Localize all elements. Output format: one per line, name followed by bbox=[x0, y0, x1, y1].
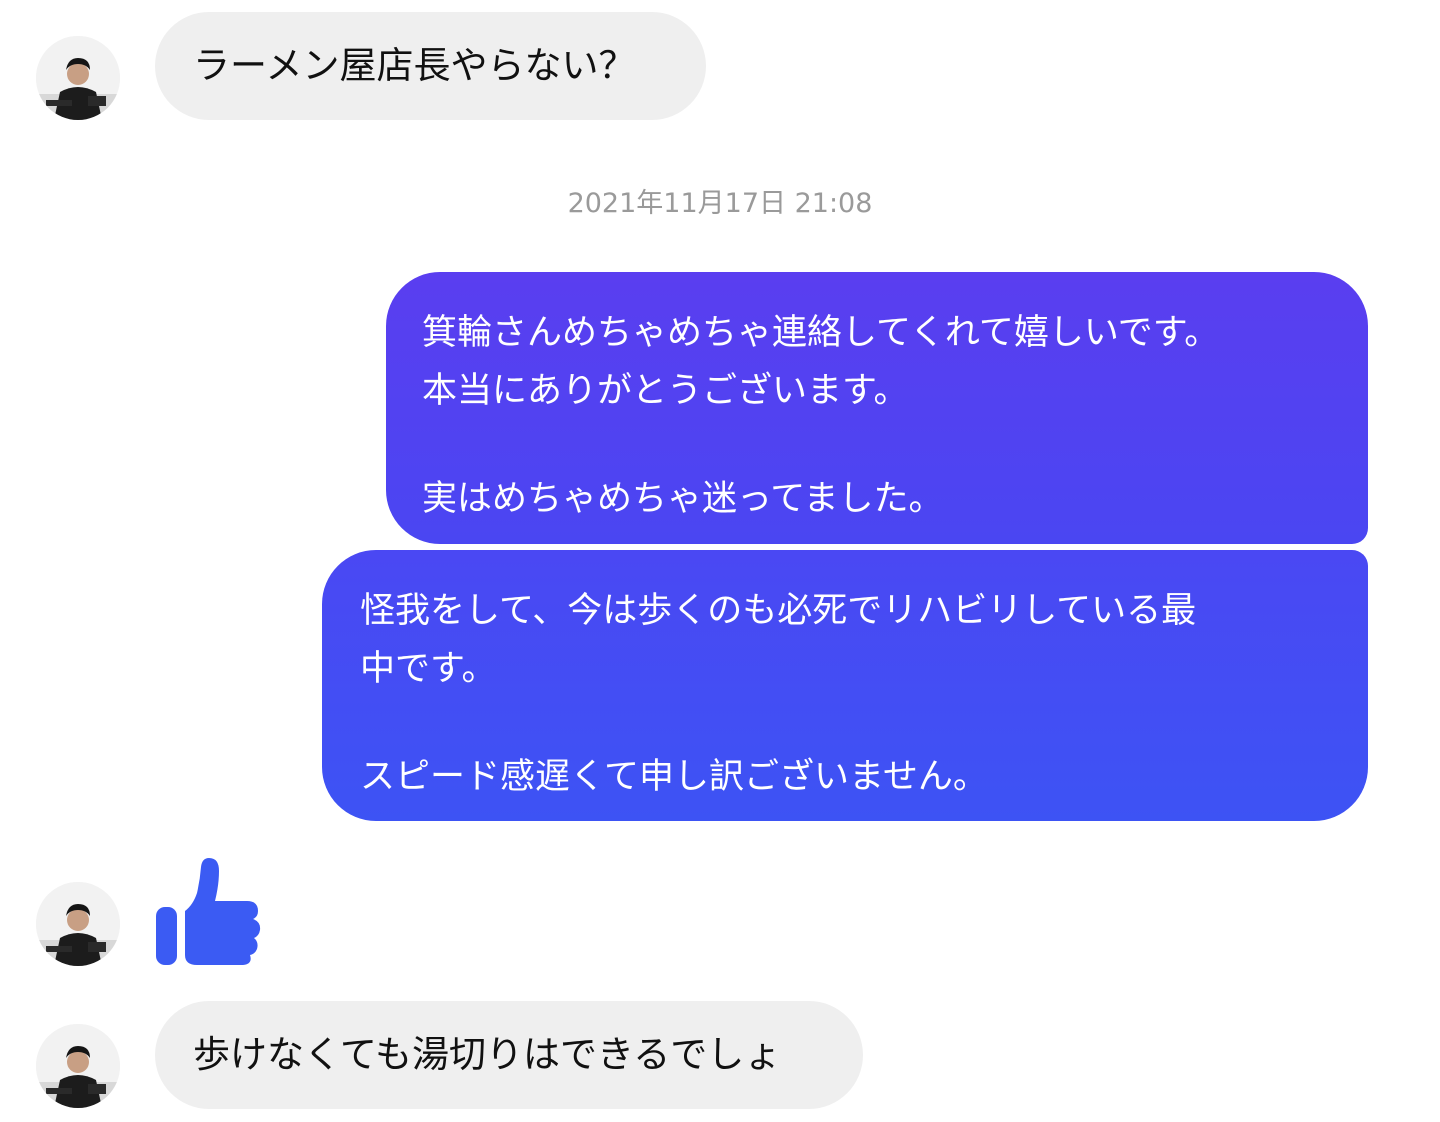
person-icon bbox=[36, 1024, 120, 1108]
message-text: 本当にありがとうございます。 bbox=[422, 371, 909, 411]
message-text: 箕輪さんめちゃめちゃ連絡してくれて嬉しいです。 bbox=[422, 313, 1220, 353]
contact-avatar[interactable] bbox=[36, 1024, 120, 1108]
message-text: ラーメン屋店長やらない？ bbox=[193, 44, 636, 87]
outgoing-message[interactable]: 怪我をして、今は歩くのも必死でリハビリしている最 中です。 スピード感遅くて申し… bbox=[322, 550, 1368, 821]
outgoing-message[interactable]: 箕輪さんめちゃめちゃ連絡してくれて嬉しいです。 本当にありがとうございます。 実… bbox=[386, 272, 1368, 544]
message-text: スピード感遅くて申し訳ございません。 bbox=[360, 757, 988, 797]
contact-avatar[interactable] bbox=[36, 36, 120, 120]
person-icon bbox=[36, 36, 120, 120]
person-icon bbox=[36, 882, 120, 966]
contact-avatar[interactable] bbox=[36, 882, 120, 966]
message-text: 実はめちゃめちゃ迷ってました。 bbox=[422, 479, 944, 519]
incoming-message[interactable]: 歩けなくても湯切りはできるでしょ bbox=[155, 1001, 863, 1109]
incoming-message[interactable]: ラーメン屋店長やらない？ bbox=[155, 12, 706, 120]
message-spacer bbox=[360, 698, 1368, 748]
thumbs-up-reaction[interactable] bbox=[153, 855, 265, 967]
message-text: 怪我をして、今は歩くのも必死でリハビリしている最 bbox=[360, 591, 1197, 631]
message-text: 歩けなくても湯切りはできるでしょ bbox=[193, 1033, 782, 1076]
message-text: 中です。 bbox=[360, 649, 497, 689]
timestamp: 2021年11月17日 21:08 bbox=[567, 188, 873, 219]
thumbs-up-icon bbox=[156, 858, 261, 965]
message-spacer bbox=[422, 420, 1368, 470]
